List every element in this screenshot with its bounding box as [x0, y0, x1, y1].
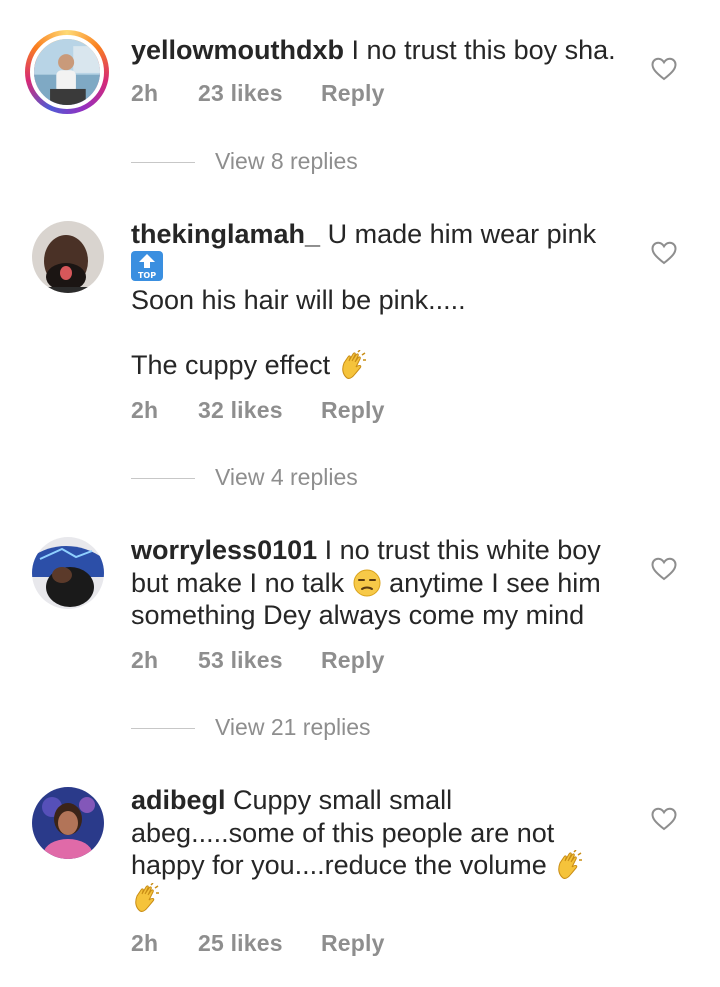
comment-body: thekinglamah_ U made him wear pink TOP S…	[131, 218, 631, 382]
comment-text: I no trust this white boy	[324, 535, 601, 565]
comment-text: anytime I see him	[389, 567, 601, 598]
comment-username[interactable]: thekinglamah_	[131, 219, 320, 249]
top-arrow-emoji: TOP	[131, 250, 163, 281]
avatar-worryless0101[interactable]	[32, 537, 104, 609]
replies-divider	[131, 162, 195, 163]
replies-divider	[131, 478, 195, 479]
comment-likes[interactable]: 32 likes	[198, 397, 321, 424]
comment-body: yellowmouthdxb I no trust this boy sha.	[131, 34, 631, 67]
comment-username[interactable]: yellowmouthdxb	[131, 35, 344, 65]
comment-text: Cuppy small small	[233, 785, 453, 815]
comment-username[interactable]: worryless0101	[131, 535, 317, 565]
view-replies-label[interactable]: View 8 replies	[215, 148, 358, 175]
comment-time: 2h	[131, 930, 159, 956]
comment-time: 2h	[131, 647, 159, 673]
avatar-photo	[32, 537, 104, 609]
avatar-photo	[32, 221, 104, 293]
comment-text: U made him wear pink	[327, 219, 597, 249]
clapping-hands-emoji	[131, 882, 161, 913]
comment-text: The cuppy effect	[131, 350, 331, 380]
comment-time: 2h	[131, 397, 159, 423]
comment-meta: 2h 25 likes Reply	[131, 930, 385, 957]
like-heart-icon[interactable]	[651, 57, 677, 81]
comment-text: Soon his hair will be pink.....	[131, 285, 466, 315]
like-heart-icon[interactable]	[651, 557, 677, 581]
reply-button[interactable]: Reply	[321, 647, 385, 674]
comment-text: happy for you....reduce the volume	[131, 850, 547, 880]
comment-username[interactable]: adibegl	[131, 785, 226, 815]
clapping-hands-emoji	[554, 850, 584, 880]
comment-text: but make I no talk	[131, 567, 345, 598]
comment-time: 2h	[131, 80, 159, 106]
comment-body: adibegl Cuppy small small abeg.....some …	[131, 784, 631, 914]
reply-button[interactable]: Reply	[321, 930, 385, 957]
clapping-hands-emoji	[338, 350, 368, 380]
avatar-photo	[32, 787, 104, 859]
replies-divider	[131, 728, 195, 729]
like-heart-icon[interactable]	[651, 807, 677, 831]
avatar-yellowmouthdxb[interactable]	[25, 30, 109, 114]
comment-likes[interactable]: 23 likes	[198, 80, 321, 107]
unamused-face-emoji	[352, 568, 382, 598]
view-replies-label[interactable]: View 4 replies	[215, 464, 358, 491]
reply-button[interactable]: Reply	[321, 397, 385, 424]
comment-text: abeg.....some of this people are not	[131, 817, 555, 848]
view-replies-label[interactable]: View 21 replies	[215, 714, 371, 741]
reply-button[interactable]: Reply	[321, 80, 385, 107]
comment-meta: 2h 23 likes Reply	[131, 80, 385, 107]
comment-body: worryless0101 I no trust this white boy …	[131, 534, 631, 632]
comment-likes[interactable]: 53 likes	[198, 647, 321, 674]
avatar-adibegl[interactable]	[32, 787, 104, 859]
comment-meta: 2h 32 likes Reply	[131, 397, 385, 424]
comment-text: something Dey always come my mind	[131, 600, 585, 630]
avatar-thekinglamah[interactable]	[32, 221, 104, 293]
comment-meta: 2h 53 likes Reply	[131, 647, 385, 674]
svg-text:TOP: TOP	[138, 271, 156, 280]
comment-text: I no trust this boy sha.	[351, 35, 616, 65]
like-heart-icon[interactable]	[651, 241, 677, 265]
avatar-photo	[34, 39, 100, 105]
comment-likes[interactable]: 25 likes	[198, 930, 321, 957]
